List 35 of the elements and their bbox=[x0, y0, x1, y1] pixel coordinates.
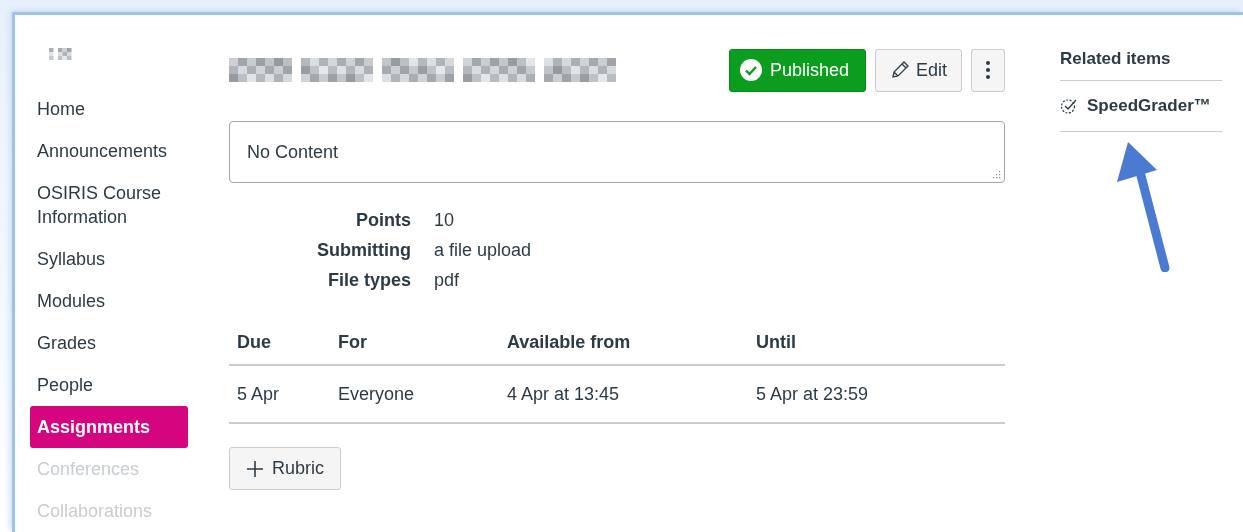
column-header: Available from bbox=[507, 332, 632, 353]
detail-value: pdf bbox=[434, 270, 461, 291]
edit-button[interactable]: Edit bbox=[874, 48, 962, 92]
column-header: Due bbox=[237, 332, 272, 353]
plus-icon bbox=[246, 459, 264, 478]
column-header: Until bbox=[756, 332, 797, 353]
related-items-heading: Related items bbox=[1060, 49, 1222, 81]
sidebar-item[interactable]: Modules bbox=[30, 280, 188, 322]
sidebar-item[interactable]: Grades bbox=[30, 322, 188, 364]
sidebar-item[interactable]: OSIRIS Course Information bbox=[30, 172, 188, 238]
add-rubric-button[interactable]: Rubric bbox=[229, 447, 341, 490]
table-cell-text: 5 Apr bbox=[237, 383, 281, 405]
sidebar-item[interactable]: Announcements bbox=[30, 130, 188, 172]
sidebar-item[interactable]: People bbox=[30, 364, 188, 406]
detail-label: File types bbox=[326, 270, 411, 291]
column-header: For bbox=[338, 332, 368, 353]
published-button[interactable]: Published bbox=[728, 48, 866, 92]
related-item-link[interactable]: SpeedGrader™ bbox=[1060, 81, 1222, 132]
table-cell-text: 5 Apr at 23:59 bbox=[756, 383, 870, 405]
more-icon bbox=[986, 61, 990, 79]
table-cell-text: 4 Apr at 13:45 bbox=[507, 383, 621, 405]
check-icon bbox=[739, 59, 762, 81]
speedgrader-icon bbox=[1060, 98, 1079, 114]
detail-value: 10 bbox=[434, 210, 456, 231]
detail-value: a file upload bbox=[434, 240, 533, 261]
table-cell-text: Everyone bbox=[338, 383, 416, 405]
detail-label: Points bbox=[355, 210, 411, 231]
description-text: No Content bbox=[247, 141, 339, 163]
resize-grip-icon bbox=[992, 170, 1001, 179]
sidebar-item[interactable]: Assignments bbox=[30, 406, 188, 448]
sidebar-item[interactable]: Syllabus bbox=[30, 238, 188, 280]
detail-label: Submitting bbox=[316, 240, 411, 261]
pencil-icon bbox=[889, 60, 910, 80]
sidebar-item[interactable]: Home bbox=[30, 88, 188, 130]
more-options-button[interactable] bbox=[971, 48, 1005, 92]
